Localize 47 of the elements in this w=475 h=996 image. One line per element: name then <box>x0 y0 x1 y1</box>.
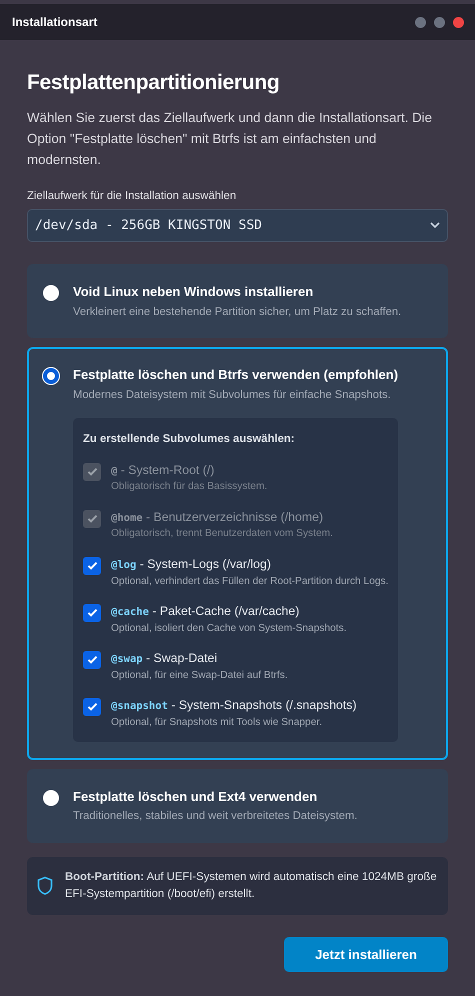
subvolume-label: @ - System-Root (/) <box>111 462 216 479</box>
subvolume-label: @log - System-Logs (/var/log) <box>111 556 272 573</box>
checkmark-icon <box>86 512 98 526</box>
checkmark-icon <box>86 653 98 666</box>
subvolume-label: @swap - Swap-Datei <box>111 650 218 667</box>
checkbox[interactable] <box>83 604 101 622</box>
install-button[interactable]: Jetzt installieren <box>284 937 448 972</box>
subvolume-description: Optional, isoliert den Cache von System-Snapshots. <box>111 622 347 636</box>
option-card[interactable]: Festplatte löschen und Ext4 verwenden Traditionelles, stabiles und weit verbreitetes Dateisystem. <box>27 768 448 844</box>
field-label: Ziellaufwerk für die Installation auswählen <box>27 189 238 204</box>
option-description: Traditionelles, stabiles und weit verbreitetes Dateisystem. <box>73 809 358 824</box>
window-control-icon[interactable] <box>415 16 426 28</box>
panel-title: Zu erstellende Subvolumes auswählen: <box>83 432 296 447</box>
option-card[interactable]: Void Linux neben Windows installieren Verkleinert eine bestehende Partition sicher, um Platz zu schaffen. <box>27 264 448 338</box>
window-title: Installationsart <box>12 14 98 31</box>
subvolume-label: @home - Benutzerverzeichnisse (/home) <box>111 508 324 526</box>
subvolume-description: Obligatorisch, trennt Benutzerdaten vom System. <box>111 527 333 542</box>
subvolume-label: @snapshot - System-Snapshots (/.snapshots) <box>111 696 357 714</box>
note-text: Boot-Partition: Auf UEFI-Systemen wird automatisch eine 1024MB große EFI-Systempartition (/boot/efi) erstellt. <box>65 870 438 902</box>
page-heading: Festplattenpartitionierung <box>27 70 280 96</box>
option-description: Verkleinert eine bestehende Partition sicher, um Platz zu schaffen. <box>73 304 402 320</box>
checkbox[interactable] <box>83 698 101 716</box>
radio-button[interactable] <box>43 368 59 384</box>
checkmark-icon <box>86 465 98 478</box>
option-title: Void Linux neben Windows installieren <box>73 283 314 302</box>
option-title: Festplatte löschen und Btrfs verwenden (empfohlen) <box>73 366 398 384</box>
window-control-icon[interactable] <box>434 16 445 28</box>
subvolume-description: Optional, verhindert das Füllen der Root-Partition durch Logs. <box>111 574 388 588</box>
checkmark-icon <box>86 559 98 572</box>
option-card[interactable] <box>27 347 448 760</box>
subvolume-description: Obligatorisch für das Basissystem. <box>111 480 268 494</box>
chevron-down-icon <box>430 222 440 230</box>
option-description: Modernes Dateisystem mit Subvolumes für einfache Snapshots. <box>73 388 392 403</box>
shield-icon <box>37 876 53 896</box>
checkmark-icon <box>86 606 98 620</box>
checkmark-icon <box>86 700 98 714</box>
option-title: Festplatte löschen und Ext4 verwenden <box>73 788 318 806</box>
subvolume-description: Optional, für Snapshots mit Tools wie Snapper. <box>111 716 324 730</box>
radio-button[interactable] <box>43 285 59 302</box>
close-icon[interactable] <box>453 16 464 28</box>
drive-select[interactable]: /dev/sda - 256GB KINGSTON SSD <box>27 209 448 242</box>
radio-button[interactable] <box>43 790 59 806</box>
intro-text: Wählen Sie zuerst das Ziellaufwerk und dann die Installationsart. Die Option "Festplatte löschen" mit Btrfs ist am einfachsten und modernsten. <box>27 109 434 170</box>
subvolume-label: @cache - Paket-Cache (/var/cache) <box>111 602 300 620</box>
subvolume-description: Optional, für eine Swap-Datei auf Btrfs. <box>111 668 288 683</box>
checkbox[interactable] <box>83 556 101 575</box>
checkbox[interactable] <box>83 650 101 669</box>
